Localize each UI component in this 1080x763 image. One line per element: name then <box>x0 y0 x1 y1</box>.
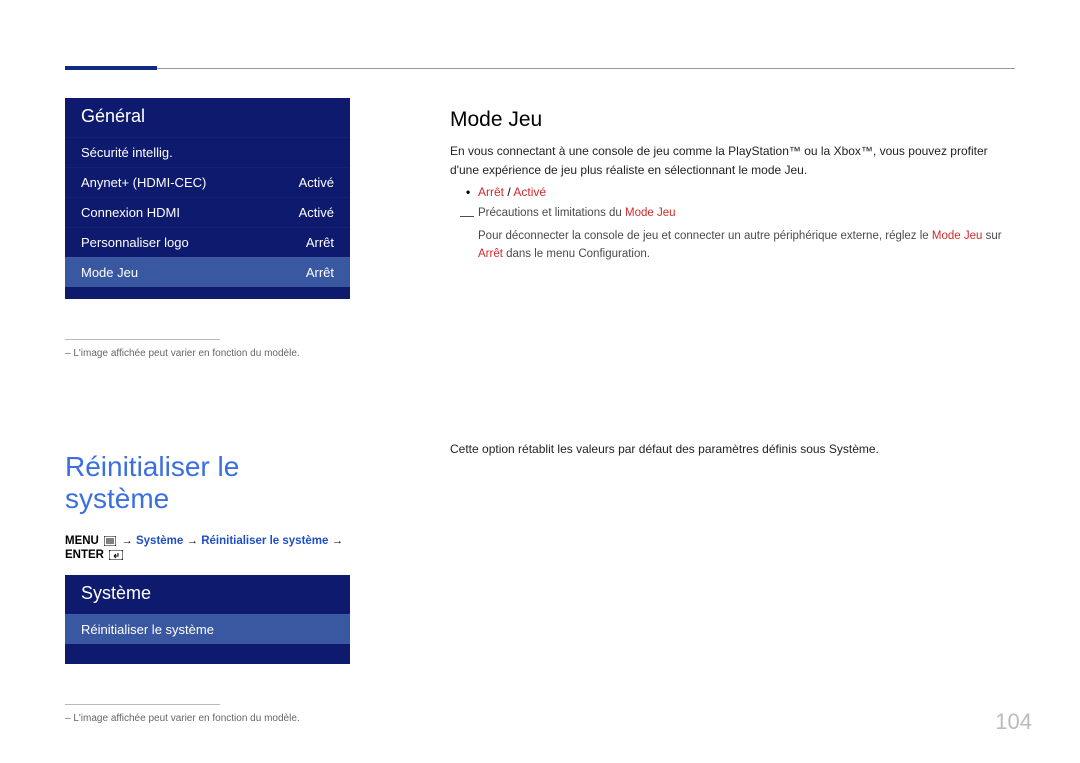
menu-systeme-title: Système <box>65 575 350 614</box>
breadcrumb-reinitialiser: Réinitialiser le système <box>201 535 328 547</box>
option-active: Activé <box>513 185 546 199</box>
menu-row-value: Activé <box>299 205 334 220</box>
breadcrumb-menu: MENU <box>65 535 99 547</box>
divider <box>65 704 220 705</box>
header-rule <box>65 68 1015 69</box>
note-body-arret: Arrêt <box>478 248 503 260</box>
menu-row-mode-jeu[interactable]: Mode Jeu Arrêt <box>65 257 350 287</box>
menu-row-label: Connexion HDMI <box>81 205 180 220</box>
menu-row-label: Mode Jeu <box>81 265 138 280</box>
menu-row-label: Personnaliser logo <box>81 235 189 250</box>
note-body-mid: sur <box>982 230 1001 242</box>
breadcrumb-enter: ENTER <box>65 549 104 561</box>
breadcrumb-systeme: Système <box>136 535 183 547</box>
breadcrumb-arrow: → <box>121 535 133 547</box>
menu-breadcrumb: MENU → Système → Réinitialiser le systèm… <box>65 535 350 563</box>
left-column: Général Sécurité intellig. Anynet+ (HDMI… <box>65 98 350 724</box>
mode-jeu-options: Arrêt / Activé <box>450 185 1015 199</box>
reinitialiser-description: Cette option rétablit les valeurs par dé… <box>450 440 1015 459</box>
right-heading-mode-jeu: Mode Jeu <box>450 108 1015 132</box>
breadcrumb-arrow: → <box>187 535 199 547</box>
divider <box>65 339 220 340</box>
dash-icon: ― <box>460 205 474 226</box>
right-column: Mode Jeu En vous connectant à une consol… <box>450 108 1015 263</box>
menu-systeme: Système Réinitialiser le système <box>65 575 350 664</box>
menu-row-anynet[interactable]: Anynet+ (HDMI-CEC) Activé <box>65 167 350 197</box>
menu-row-label: Sécurité intellig. <box>81 145 173 160</box>
right-column-lower: Cette option rétablit les valeurs par dé… <box>450 440 1015 459</box>
section-heading-reinitialiser: Réinitialiser le système <box>65 451 350 515</box>
menu-row-reinitialiser[interactable]: Réinitialiser le système <box>65 614 350 644</box>
note-title-red: Mode Jeu <box>625 207 676 219</box>
note-body-post: dans le menu Configuration. <box>503 248 650 260</box>
image-disclaimer: – L'image affichée peut varier en foncti… <box>65 713 350 724</box>
menu-row-label: Réinitialiser le système <box>81 622 214 637</box>
mode-jeu-intro: En vous connectant à une console de jeu … <box>450 142 1015 179</box>
menu-row-personnaliser-logo[interactable]: Personnaliser logo Arrêt <box>65 227 350 257</box>
header-accent-bar <box>65 66 157 70</box>
note-body-modejeu: Mode Jeu <box>932 230 983 242</box>
option-arret: Arrêt <box>478 185 504 199</box>
menu-row-value: Activé <box>299 175 334 190</box>
menu-general-title: Général <box>65 98 350 137</box>
image-disclaimer: – L'image affichée peut varier en foncti… <box>65 348 350 359</box>
menu-row-connexion-hdmi[interactable]: Connexion HDMI Activé <box>65 197 350 227</box>
option-separator: / <box>504 185 513 199</box>
menu-row-label: Anynet+ (HDMI-CEC) <box>81 175 206 190</box>
note-title-text: Précautions et limitations du <box>478 207 625 219</box>
note-body-pre: Pour déconnecter la console de jeu et co… <box>478 230 932 242</box>
breadcrumb-arrow: → <box>332 535 344 547</box>
enter-icon <box>109 550 123 563</box>
menu-row-value: Arrêt <box>306 265 334 280</box>
menu-general: Général Sécurité intellig. Anynet+ (HDMI… <box>65 98 350 299</box>
menu-icon <box>104 536 116 549</box>
menu-row-securite[interactable]: Sécurité intellig. <box>65 137 350 167</box>
mode-jeu-note-title: ― Précautions et limitations du Mode Jeu <box>450 205 1015 222</box>
page-number: 104 <box>995 709 1032 735</box>
menu-row-value: Arrêt <box>306 235 334 250</box>
mode-jeu-note-body: Pour déconnecter la console de jeu et co… <box>450 228 1015 263</box>
